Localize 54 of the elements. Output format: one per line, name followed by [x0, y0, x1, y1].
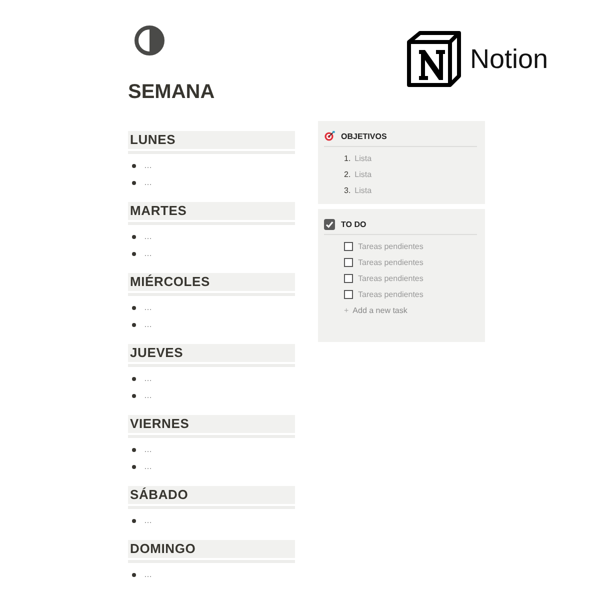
task-text: Tareas pendientes [358, 290, 424, 298]
day-heading: JUEVES [128, 344, 295, 364]
list-item-text: … [144, 249, 152, 258]
list-item-text: … [144, 445, 152, 454]
list-item-text: … [144, 462, 152, 471]
list-item-text: … [144, 178, 152, 187]
contrast-icon [134, 25, 165, 56]
list-item-text: … [144, 391, 152, 400]
bullet-icon [132, 518, 136, 522]
card-title: OBJETIVOS [341, 132, 387, 140]
list-item-text: … [144, 303, 152, 312]
bullet-icon [132, 164, 136, 168]
bullet-icon [132, 252, 136, 256]
day-heading: LUNES [128, 131, 295, 151]
checked-box-icon [324, 218, 335, 230]
add-task-button[interactable]: + Add a new task [344, 302, 477, 318]
objective-text: Lista [354, 186, 372, 194]
page-title: SEMANA [128, 80, 216, 104]
day-heading: VIERNES [128, 415, 295, 435]
checkbox[interactable] [344, 274, 353, 282]
list-item-text: … [144, 516, 152, 525]
checkbox[interactable] [344, 242, 353, 250]
bullet-icon [132, 448, 136, 452]
bullet-icon [132, 394, 136, 398]
target-icon [324, 131, 335, 141]
list-item-text: … [144, 161, 152, 170]
checkbox[interactable] [344, 290, 353, 298]
checkbox[interactable] [344, 258, 353, 266]
logo-text: Notion [470, 44, 548, 74]
bullet-icon [132, 376, 136, 380]
task-text: Tareas pendientes [358, 274, 424, 282]
list-number: 2. [344, 170, 351, 178]
day-heading: DOMINGO [128, 540, 295, 560]
list-item-text: … [144, 232, 152, 241]
bullet-icon [132, 180, 136, 184]
bullet-icon [132, 572, 136, 576]
list-item-text: … [144, 570, 152, 579]
day-heading: MIÉRCOLES [128, 273, 295, 293]
list-number: 3. [344, 186, 351, 194]
task-text: Tareas pendientes [358, 258, 424, 266]
cube-logo-icon [406, 30, 462, 88]
list-number: 1. [344, 154, 351, 162]
day-heading: SÁBADO [128, 486, 295, 506]
day-heading: MARTES [128, 202, 295, 222]
objective-text: Lista [354, 154, 372, 162]
objective-text: Lista [354, 170, 372, 178]
task-text: Tareas pendientes [358, 242, 424, 250]
list-item-text: … [144, 374, 152, 383]
bullet-icon [132, 464, 136, 468]
bullet-icon [132, 234, 136, 238]
bullet-icon [132, 322, 136, 326]
list-item-text: … [144, 320, 152, 329]
card-title: TO DO [341, 220, 366, 228]
bullet-icon [132, 306, 136, 310]
